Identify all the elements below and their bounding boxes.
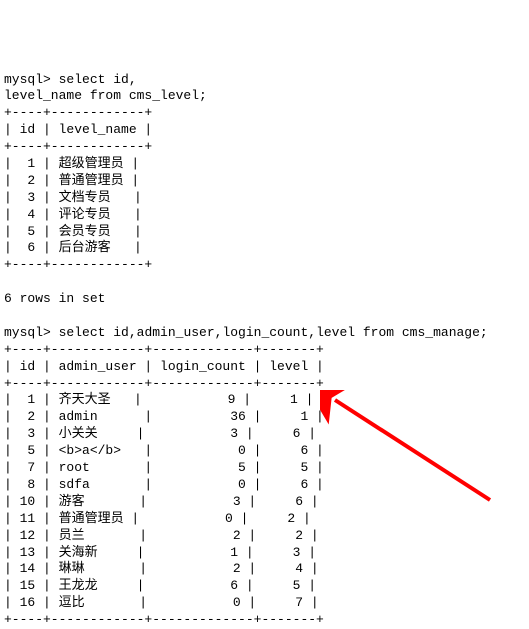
table2-sep-mid: +----+------------+-------------+-------… — [4, 376, 324, 391]
table1-row: | 4 | 评论专员 | — [4, 207, 142, 222]
table1-row: | 2 | 普通管理员 | — [4, 173, 139, 188]
table2-row: | 8 | sdfa | 0 | 6 | — [4, 477, 324, 492]
table2-row: | 5 | <b>a</b> | 0 | 6 | — [4, 443, 324, 458]
table1-sep-mid: +----+------------+ — [4, 139, 152, 154]
table2-header: | id | admin_user | login_count | level … — [4, 359, 324, 374]
table2-row: | 12 | 员兰 | 2 | 2 | — [4, 528, 319, 543]
table1-header: | id | level_name | — [4, 122, 152, 137]
table1-sep-top: +----+------------+ — [4, 105, 152, 120]
table1-row: | 6 | 后台游客 | — [4, 240, 142, 255]
query2: select id,admin_user,login_count,level f… — [59, 325, 488, 340]
table2-row: | 3 | 小关关 | 3 | 6 | — [4, 426, 316, 441]
table2-row: | 10 | 游客 | 3 | 6 | — [4, 494, 319, 509]
table2-row: | 7 | root | 5 | 5 | — [4, 460, 324, 475]
query1-line2: level_name from cms_level; — [4, 88, 207, 103]
annotation-arrow-icon — [320, 390, 500, 510]
query1-line1: select id, — [59, 72, 137, 87]
table2-sep-top: +----+------------+-------------+-------… — [4, 342, 324, 357]
table2-row: | 2 | admin | 36 | 1 | — [4, 409, 324, 424]
mysql-prompt: mysql> — [4, 325, 51, 340]
mysql-prompt: mysql> — [4, 72, 51, 87]
table2-row: | 15 | 王龙龙 | 6 | 5 | — [4, 578, 316, 593]
table1-row: | 3 | 文档专员 | — [4, 190, 142, 205]
table2-sep-bot: +----+------------+-------------+-------… — [4, 612, 324, 627]
table1-row: | 5 | 会员专员 | — [4, 224, 142, 239]
table2-row: | 16 | 逗比 | 0 | 7 | — [4, 595, 319, 610]
table2-row: | 13 | 关海新 | 1 | 3 | — [4, 545, 316, 560]
table1-sep-bot: +----+------------+ — [4, 257, 152, 272]
table2-row: | 11 | 普通管理员 | 0 | 2 | — [4, 511, 311, 526]
table1-footer: 6 rows in set — [4, 291, 105, 306]
table2-row: | 14 | 琳琳 | 2 | 4 | — [4, 561, 319, 576]
table1-row: | 1 | 超级管理员 | — [4, 156, 139, 171]
table2-row: | 1 | 齐天大圣 | 9 | 1 | — [4, 392, 313, 407]
